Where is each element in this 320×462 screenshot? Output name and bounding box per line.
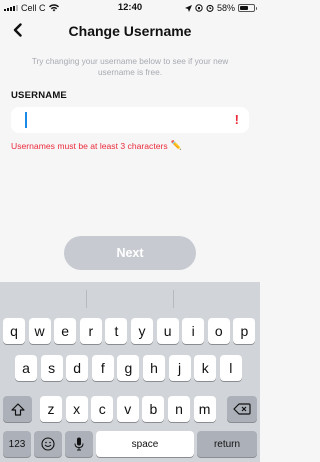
key-y[interactable]: y bbox=[131, 318, 153, 344]
key-z[interactable]: z bbox=[40, 396, 62, 422]
key-r[interactable]: r bbox=[79, 318, 102, 344]
delete-key[interactable] bbox=[227, 396, 257, 422]
microphone-key[interactable] bbox=[65, 431, 93, 457]
key-x[interactable]: x bbox=[65, 396, 88, 422]
key-s[interactable]: s bbox=[40, 355, 63, 381]
keyboard: qwertyuiop asdfghjkl zxcvbnm 123 space ret… bbox=[0, 282, 260, 462]
pencil-icon: ✏️ bbox=[170, 140, 182, 150]
suggestion-bar[interactable] bbox=[0, 282, 260, 315]
text-caret bbox=[25, 112, 27, 128]
emoji-icon bbox=[41, 437, 55, 451]
key-k[interactable]: k bbox=[194, 355, 217, 381]
battery-icon bbox=[238, 4, 257, 12]
username-label: USERNAME bbox=[11, 90, 67, 101]
error-message: Usernames must be at least 3 characters … bbox=[11, 140, 182, 151]
header: Change Username bbox=[0, 16, 260, 46]
key-t[interactable]: t bbox=[105, 318, 128, 344]
key-l[interactable]: l bbox=[219, 355, 242, 381]
key-i[interactable]: i bbox=[182, 318, 205, 344]
error-icon: ! bbox=[234, 112, 239, 127]
status-bar: Cell C 12:40 58% bbox=[0, 0, 260, 16]
key-p[interactable]: p bbox=[233, 318, 256, 344]
key-b[interactable]: b bbox=[142, 396, 165, 422]
key-w[interactable]: w bbox=[28, 318, 51, 344]
alarm-icon bbox=[206, 4, 214, 12]
key-a[interactable]: a bbox=[15, 355, 37, 381]
subtitle: Try changing your username below to see … bbox=[31, 56, 229, 77]
suggestion-divider bbox=[173, 290, 174, 308]
return-key[interactable]: return bbox=[197, 431, 257, 457]
key-u[interactable]: u bbox=[156, 318, 179, 344]
username-input[interactable]: ! bbox=[11, 107, 249, 133]
key-o[interactable]: o bbox=[207, 318, 230, 344]
key-f[interactable]: f bbox=[91, 355, 114, 381]
suggestion-divider bbox=[86, 290, 87, 308]
key-q[interactable]: q bbox=[3, 318, 25, 344]
microphone-icon bbox=[74, 437, 84, 451]
error-message-text: Usernames must be at least 3 characters bbox=[11, 140, 168, 151]
key-g[interactable]: g bbox=[117, 355, 140, 381]
battery-level bbox=[240, 6, 248, 10]
orientation-lock-icon bbox=[195, 4, 203, 12]
key-n[interactable]: n bbox=[168, 396, 190, 422]
key-v[interactable]: v bbox=[116, 396, 139, 422]
page-title: Change Username bbox=[68, 23, 192, 39]
shift-key[interactable] bbox=[3, 396, 32, 422]
emoji-key[interactable] bbox=[34, 431, 62, 457]
key-e[interactable]: e bbox=[54, 318, 77, 344]
key-j[interactable]: j bbox=[168, 355, 191, 381]
shift-icon bbox=[10, 402, 25, 416]
backspace-icon bbox=[233, 403, 251, 415]
key-d[interactable]: d bbox=[66, 355, 89, 381]
key-m[interactable]: m bbox=[193, 396, 216, 422]
key-h[interactable]: h bbox=[143, 355, 165, 381]
numbers-key[interactable]: 123 bbox=[3, 431, 31, 457]
next-button[interactable]: Next bbox=[64, 236, 196, 270]
battery-percent: 58% bbox=[216, 3, 235, 13]
key-c[interactable]: c bbox=[91, 396, 114, 422]
location-arrow-icon bbox=[184, 4, 192, 12]
space-key[interactable]: space bbox=[96, 431, 194, 457]
